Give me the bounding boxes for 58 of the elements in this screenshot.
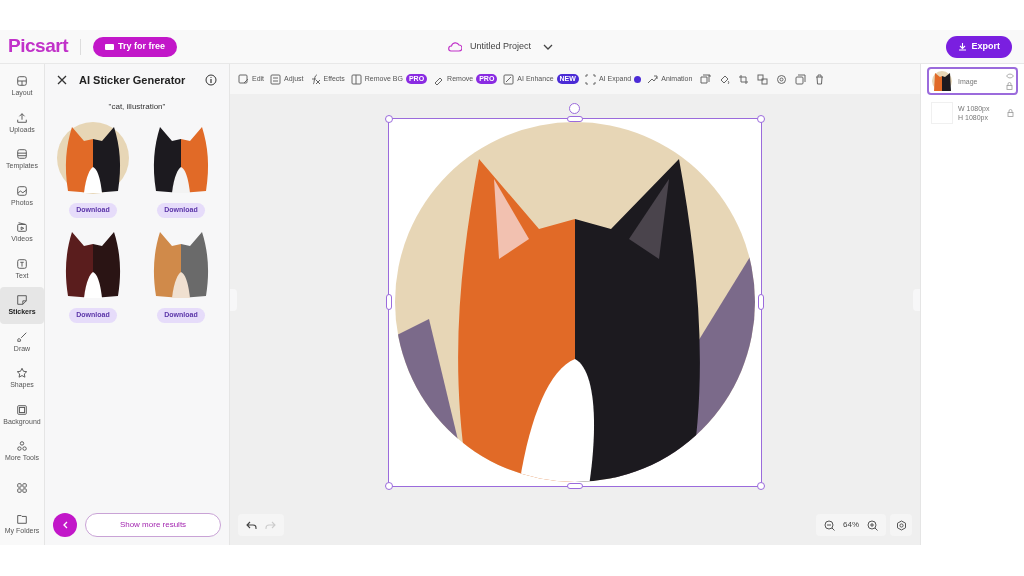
resize-handle[interactable] bbox=[758, 294, 764, 310]
zoom-out-icon[interactable] bbox=[824, 519, 835, 531]
show-more-results-button[interactable]: Show more results bbox=[85, 513, 221, 537]
close-icon[interactable] bbox=[57, 75, 67, 86]
photo-icon bbox=[16, 184, 28, 197]
zoom-level[interactable]: 64% bbox=[843, 519, 859, 531]
adjust-icon bbox=[270, 73, 282, 85]
star-icon bbox=[16, 367, 28, 380]
lock-icon[interactable] bbox=[1007, 109, 1014, 117]
settings-icon[interactable] bbox=[895, 519, 907, 531]
undo-icon[interactable] bbox=[246, 520, 257, 530]
duplicate-icon[interactable] bbox=[795, 73, 807, 85]
brush-icon bbox=[16, 330, 28, 343]
video-icon bbox=[16, 221, 28, 234]
resize-handle[interactable] bbox=[757, 115, 765, 123]
crop-icon[interactable] bbox=[738, 73, 750, 85]
folder-icon bbox=[16, 512, 28, 525]
chevron-left-icon bbox=[62, 521, 68, 529]
sticker-icon bbox=[16, 294, 28, 307]
project-title[interactable]: Untitled Project bbox=[470, 39, 532, 54]
resize-handle[interactable] bbox=[757, 482, 765, 490]
grid-icon bbox=[16, 481, 28, 494]
export-button[interactable]: Export bbox=[946, 35, 1012, 58]
panel-toggle-tab[interactable] bbox=[913, 289, 920, 311]
resize-handle[interactable] bbox=[386, 294, 392, 310]
try-for-free-button[interactable]: Try for free bbox=[93, 36, 178, 57]
resize-handle[interactable] bbox=[385, 115, 393, 123]
upload-icon bbox=[16, 111, 28, 124]
cloud-icon bbox=[448, 41, 462, 52]
resize-handle[interactable] bbox=[567, 116, 583, 122]
info-icon[interactable] bbox=[205, 74, 217, 87]
remove-background-icon bbox=[350, 73, 362, 85]
panel-title: AI Sticker Generator bbox=[79, 73, 187, 88]
lock-icon[interactable] bbox=[1006, 81, 1013, 90]
rotate-handle[interactable] bbox=[569, 103, 580, 114]
collapse-panel-button[interactable] bbox=[53, 513, 77, 537]
layers-icon[interactable] bbox=[700, 73, 712, 85]
replace-icon[interactable] bbox=[757, 73, 769, 85]
visibility-icon[interactable] bbox=[776, 73, 788, 85]
background-icon bbox=[16, 403, 28, 416]
delete-icon[interactable] bbox=[814, 73, 826, 85]
resize-handle[interactable] bbox=[567, 483, 583, 489]
resize-handle[interactable] bbox=[385, 482, 393, 490]
fill-icon[interactable] bbox=[719, 73, 731, 85]
templates-icon bbox=[16, 148, 28, 161]
text-icon bbox=[16, 257, 28, 270]
chevron-down-icon[interactable] bbox=[543, 43, 554, 50]
expand-icon bbox=[584, 73, 596, 85]
prompt-text: "cat, illustration" bbox=[107, 100, 167, 113]
zoom-in-icon[interactable] bbox=[867, 519, 878, 531]
shapes-icon bbox=[16, 440, 28, 453]
logo: Picsart bbox=[8, 34, 69, 59]
layout-icon bbox=[16, 75, 28, 88]
download-icon bbox=[958, 42, 968, 51]
enhance-icon bbox=[503, 73, 515, 85]
edit-icon bbox=[238, 73, 249, 85]
animation-icon bbox=[647, 73, 659, 85]
effects-icon bbox=[309, 73, 321, 85]
